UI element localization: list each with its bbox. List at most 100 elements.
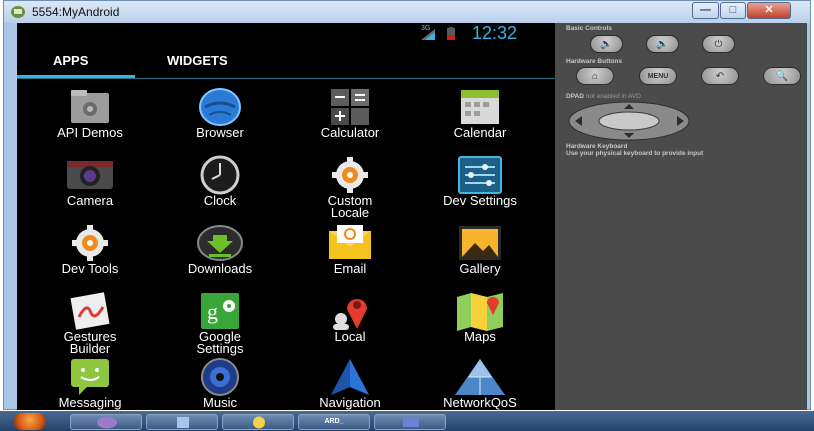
app-icon	[97, 416, 117, 429]
maximize-button[interactable]: □	[720, 2, 746, 19]
download-icon	[197, 225, 243, 261]
gear-icon	[72, 225, 108, 261]
app-messaging[interactable]: Messaging	[25, 357, 155, 410]
android-screen[interactable]: 3G 12:32 APPS WIDGETS API Demos Browser …	[17, 23, 555, 410]
taskbar-item-1[interactable]	[70, 414, 142, 430]
window-title: 5554:MyAndroid	[32, 5, 120, 19]
app-networkqos[interactable]: NetworkQoS	[415, 357, 545, 410]
app-icon	[177, 417, 189, 428]
volume-down-icon: 🔈	[600, 39, 613, 50]
tab-apps[interactable]: APPS	[53, 53, 88, 68]
app-label: Messaging	[58, 395, 122, 410]
app-maps[interactable]: Maps	[415, 291, 545, 357]
back-button[interactable]: ↶	[701, 67, 739, 85]
start-button[interactable]	[14, 413, 46, 430]
dpad-status-text: not enabled in AVD	[585, 93, 641, 100]
app-browser[interactable]: Browser	[155, 87, 285, 153]
back-icon: ↶	[715, 71, 725, 82]
app-music[interactable]: Music	[155, 357, 285, 410]
search-icon: 🔍	[775, 71, 789, 82]
speaker-icon	[201, 358, 239, 396]
app-navigation[interactable]: Navigation	[285, 357, 415, 410]
app-label: Local	[334, 329, 366, 344]
globe-icon	[199, 88, 241, 126]
app-label: Navigation	[319, 395, 381, 410]
minimize-button[interactable]: —	[692, 2, 719, 19]
app-email[interactable]: Email	[285, 223, 415, 289]
search-button[interactable]: 🔍	[763, 67, 801, 85]
app-label: Maps	[464, 329, 496, 344]
close-icon: ✕	[764, 4, 774, 16]
home-button[interactable]: ⌂	[576, 67, 614, 85]
navigation-arrow-icon	[331, 359, 369, 395]
volume-down-button[interactable]: 🔈	[590, 35, 623, 53]
app-label: Downloads	[187, 261, 253, 276]
keyboard-hint: Use your physical keyboard to provide in…	[566, 150, 704, 157]
app-dev-settings[interactable]: Dev Settings	[415, 155, 545, 221]
app-label: Dev Tools	[61, 261, 119, 276]
keyboard-header: Hardware Keyboard	[566, 143, 628, 150]
app-google-settings[interactable]: g Google Settings	[155, 291, 285, 357]
dpad-status: DPAD not enabled in AVD	[566, 93, 641, 100]
signal-icon	[421, 29, 435, 40]
hardware-buttons-header: Hardware Buttons	[566, 58, 622, 65]
envelope-icon	[329, 225, 371, 259]
calendar-icon	[461, 90, 499, 124]
sliders-icon	[458, 156, 502, 194]
dpad-control[interactable]	[567, 101, 692, 141]
google-settings-icon: g	[201, 293, 239, 329]
app-label: Google Settings	[196, 329, 244, 356]
network-pyramid-icon	[455, 359, 505, 395]
taskbar-item-terminal[interactable]: ARD_	[298, 414, 370, 430]
volume-up-button[interactable]: 🔊	[646, 35, 679, 53]
minimize-icon: —	[700, 4, 711, 16]
taskbar-item-3[interactable]	[222, 414, 294, 430]
app-label: API Demos	[57, 125, 123, 140]
maps-icon	[457, 293, 503, 331]
menu-button-label: MENU	[647, 73, 669, 80]
app-custom-locale[interactable]: Custom Locale	[285, 155, 415, 221]
app-api-demos[interactable]: API Demos	[25, 87, 155, 153]
app-label: Clock	[203, 193, 237, 208]
emulator-app-icon	[11, 6, 25, 18]
app-gestures-builder[interactable]: Gestures Builder	[25, 291, 155, 357]
menu-button[interactable]: MENU	[639, 67, 677, 85]
title-bar[interactable]: 5554:MyAndroid — □ ✕	[4, 1, 810, 23]
battery-icon	[447, 27, 455, 40]
app-label: Gallery	[459, 261, 501, 276]
app-downloads[interactable]: Downloads	[155, 223, 285, 289]
taskbar-item-5[interactable]	[374, 414, 446, 430]
folder-gear-icon	[71, 90, 109, 123]
svg-text:g: g	[207, 299, 218, 324]
emulator-controls-panel: Basic Controls 🔈 🔊 ⏻ Hardware Buttons ⌂ …	[555, 23, 807, 410]
app-label: Calendar	[453, 125, 507, 140]
status-clock: 12:32	[472, 23, 518, 43]
app-calendar[interactable]: Calendar	[415, 87, 545, 153]
clock-icon	[200, 155, 240, 195]
taskbar-item-label: ARD_	[324, 418, 344, 425]
app-local[interactable]: Local	[285, 291, 415, 357]
tab-widgets[interactable]: WIDGETS	[167, 53, 228, 68]
status-bar: 3G 12:32	[17, 23, 555, 45]
calculator-icon	[331, 89, 369, 125]
dpad-label: DPAD	[566, 93, 584, 100]
close-button[interactable]: ✕	[747, 2, 791, 19]
app-clock[interactable]: Clock	[155, 155, 285, 221]
app-icon	[253, 416, 265, 429]
app-dev-tools[interactable]: Dev Tools	[25, 223, 155, 289]
power-button[interactable]: ⏻	[702, 35, 735, 53]
basic-controls-header: Basic Controls	[566, 25, 612, 32]
picture-icon	[459, 226, 501, 260]
app-calculator[interactable]: Calculator	[285, 87, 415, 153]
app-label: Gestures Builder	[63, 329, 117, 356]
app-icon	[403, 418, 419, 427]
maximize-icon: □	[729, 4, 737, 16]
taskbar-item-2[interactable]	[146, 414, 218, 430]
camera-icon	[67, 161, 113, 189]
app-gallery[interactable]: Gallery	[415, 223, 545, 289]
app-label: Custom Locale	[327, 193, 373, 220]
tab-divider	[17, 78, 555, 79]
app-label: Calculator	[320, 125, 380, 140]
app-label: Dev Settings	[443, 193, 517, 208]
app-camera[interactable]: Camera	[25, 155, 155, 221]
